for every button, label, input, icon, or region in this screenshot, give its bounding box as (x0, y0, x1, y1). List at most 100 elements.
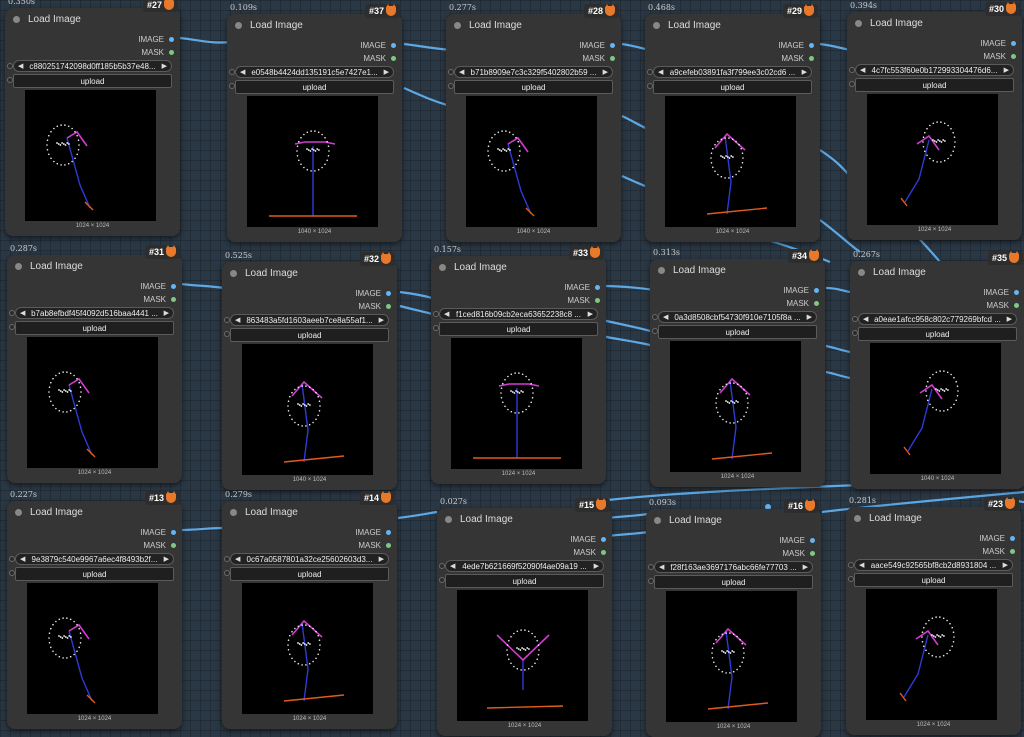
collapse-dot-icon[interactable] (439, 263, 446, 271)
image-port-icon[interactable] (595, 285, 600, 290)
load-image-node[interactable]: 0.157s #33 Load Image IMAGE MASK ◀ f1ced… (431, 245, 606, 484)
image-port-icon[interactable] (171, 530, 176, 535)
node-header[interactable]: Load Image (846, 507, 1021, 529)
upload-button[interactable]: upload (855, 78, 1014, 92)
image-file-selector[interactable]: ◀ f1ced816b09cb2eca63652238c8 ... ▶ (439, 308, 598, 320)
upload-button[interactable]: upload (658, 325, 817, 339)
output-image[interactable]: IMAGE (570, 535, 606, 544)
next-arrow-icon[interactable]: ▶ (379, 555, 384, 563)
next-arrow-icon[interactable]: ▶ (164, 309, 169, 317)
image-port-icon[interactable] (386, 291, 391, 296)
node-header[interactable]: Load Image (7, 255, 182, 277)
upload-button[interactable]: upload (445, 574, 604, 588)
next-arrow-icon[interactable]: ▶ (807, 313, 812, 321)
output-image[interactable]: IMAGE (980, 39, 1016, 48)
mask-port-icon[interactable] (814, 301, 819, 306)
image-file-selector[interactable]: ◀ 0a3d8508cbf54730f910e7105f8a ... ▶ (658, 311, 817, 323)
node-header[interactable]: Load Image (645, 14, 820, 36)
image-port-icon[interactable] (1010, 536, 1015, 541)
output-mask[interactable]: MASK (582, 54, 615, 63)
image-port-icon[interactable] (814, 288, 819, 293)
node-header[interactable]: Load Image (222, 262, 397, 284)
load-image-node[interactable]: 0.313s #34 Load Image IMAGE MASK ◀ 0a3d8… (650, 248, 825, 487)
image-port-icon[interactable] (169, 37, 174, 42)
upload-button[interactable]: upload (15, 567, 174, 581)
node-header[interactable]: Load Image (650, 259, 825, 281)
load-image-node[interactable]: 0.027s #15 Load Image IMAGE MASK ◀ 4ede7… (437, 497, 612, 736)
next-arrow-icon[interactable]: ▶ (164, 555, 169, 563)
upload-button[interactable]: upload (654, 575, 813, 589)
node-header[interactable]: Load Image (5, 8, 180, 30)
output-image[interactable]: IMAGE (355, 528, 391, 537)
collapse-dot-icon[interactable] (653, 21, 660, 29)
upload-button[interactable]: upload (454, 80, 613, 94)
mask-port-icon[interactable] (391, 56, 396, 61)
collapse-dot-icon[interactable] (15, 262, 22, 270)
collapse-dot-icon[interactable] (13, 15, 20, 23)
mask-port-icon[interactable] (171, 543, 176, 548)
output-mask[interactable]: MASK (573, 548, 606, 557)
output-image[interactable]: IMAGE (783, 286, 819, 295)
node-header[interactable]: Load Image (437, 508, 612, 530)
upload-button[interactable]: upload (653, 80, 812, 94)
load-image-node[interactable]: 0.279s #14 Load Image IMAGE MASK ◀ 0c67a… (222, 490, 397, 729)
output-image[interactable]: IMAGE (983, 288, 1019, 297)
image-file-selector[interactable]: ◀ 0c67a0587801a32ce25602603d3... ▶ (230, 553, 389, 565)
output-mask[interactable]: MASK (143, 295, 176, 304)
load-image-node[interactable]: 0.093s #16 Load Image IMAGE MASK ◀ f28f1… (646, 498, 821, 737)
output-image[interactable]: IMAGE (138, 35, 174, 44)
mask-port-icon[interactable] (601, 550, 606, 555)
next-arrow-icon[interactable]: ▶ (1003, 561, 1008, 569)
next-arrow-icon[interactable]: ▶ (379, 316, 384, 324)
output-mask[interactable]: MASK (781, 54, 814, 63)
load-image-node[interactable]: 0.227s #13 Load Image IMAGE MASK ◀ 9e387… (7, 490, 182, 729)
image-port-icon[interactable] (391, 43, 396, 48)
image-port-icon[interactable] (610, 43, 615, 48)
output-mask[interactable]: MASK (358, 541, 391, 550)
load-image-node[interactable]: 0.525s #32 Load Image IMAGE MASK ◀ 86348… (222, 251, 397, 490)
output-mask[interactable]: MASK (141, 48, 174, 57)
output-image[interactable]: IMAGE (360, 41, 396, 50)
output-image[interactable]: IMAGE (579, 41, 615, 50)
output-mask[interactable]: MASK (786, 299, 819, 308)
upload-button[interactable]: upload (439, 322, 598, 336)
load-image-node[interactable]: 0.267s #35 Load Image IMAGE MASK ◀ a0eae… (850, 250, 1024, 489)
mask-port-icon[interactable] (169, 50, 174, 55)
image-file-selector[interactable]: ◀ f28f163ae3697176abc66fe77703 ... ▶ (654, 561, 813, 573)
load-image-node[interactable]: 0.287s #31 Load Image IMAGE MASK ◀ b7ab8… (7, 244, 182, 483)
collapse-dot-icon[interactable] (855, 19, 862, 27)
image-file-selector[interactable]: ◀ aace549c92565bf8cb2d8931804 ... ▶ (854, 559, 1013, 571)
load-image-node[interactable]: 0.350s #27 Load Image IMAGE MASK ◀ c8802… (5, 0, 180, 236)
mask-port-icon[interactable] (386, 543, 391, 548)
output-image[interactable]: IMAGE (355, 289, 391, 298)
output-mask[interactable]: MASK (983, 52, 1016, 61)
next-arrow-icon[interactable]: ▶ (384, 68, 389, 76)
collapse-dot-icon[interactable] (658, 266, 665, 274)
image-port-icon[interactable] (171, 284, 176, 289)
load-image-node[interactable]: 0.277s #28 Load Image IMAGE MASK ◀ b71b8… (446, 3, 621, 242)
image-port-icon[interactable] (810, 538, 815, 543)
output-mask[interactable]: MASK (143, 541, 176, 550)
image-file-selector[interactable]: ◀ a9cefeb03891fa3f799ee3c02cd6 ... ▶ (653, 66, 812, 78)
mask-port-icon[interactable] (1014, 303, 1019, 308)
load-image-node[interactable]: 0.468s #29 Load Image IMAGE MASK ◀ a9cef… (645, 3, 820, 242)
output-image[interactable]: IMAGE (140, 282, 176, 291)
upload-button[interactable]: upload (15, 321, 174, 335)
image-port-icon[interactable] (1014, 290, 1019, 295)
mask-port-icon[interactable] (610, 56, 615, 61)
image-file-selector[interactable]: ◀ e0548b4424dd135191c5e7427e1... ▶ (235, 66, 394, 78)
collapse-dot-icon[interactable] (230, 269, 237, 277)
mask-port-icon[interactable] (595, 298, 600, 303)
node-header[interactable]: Load Image (446, 14, 621, 36)
image-file-selector[interactable]: ◀ 863483a5fd1603aeeb7ce8a55af1... ▶ (230, 314, 389, 326)
collapse-dot-icon[interactable] (230, 508, 237, 516)
image-port-icon[interactable] (386, 530, 391, 535)
output-image[interactable]: IMAGE (140, 528, 176, 537)
image-file-selector[interactable]: ◀ 4ede7b621669f52090f4ae09a19 ... ▶ (445, 560, 604, 572)
collapse-dot-icon[interactable] (445, 515, 452, 523)
output-image[interactable]: IMAGE (979, 534, 1015, 543)
image-file-selector[interactable]: ◀ b71b8909e7c3c329f5402802b59 ... ▶ (454, 66, 613, 78)
mask-port-icon[interactable] (809, 56, 814, 61)
output-mask[interactable]: MASK (567, 296, 600, 305)
next-arrow-icon[interactable]: ▶ (162, 62, 167, 70)
